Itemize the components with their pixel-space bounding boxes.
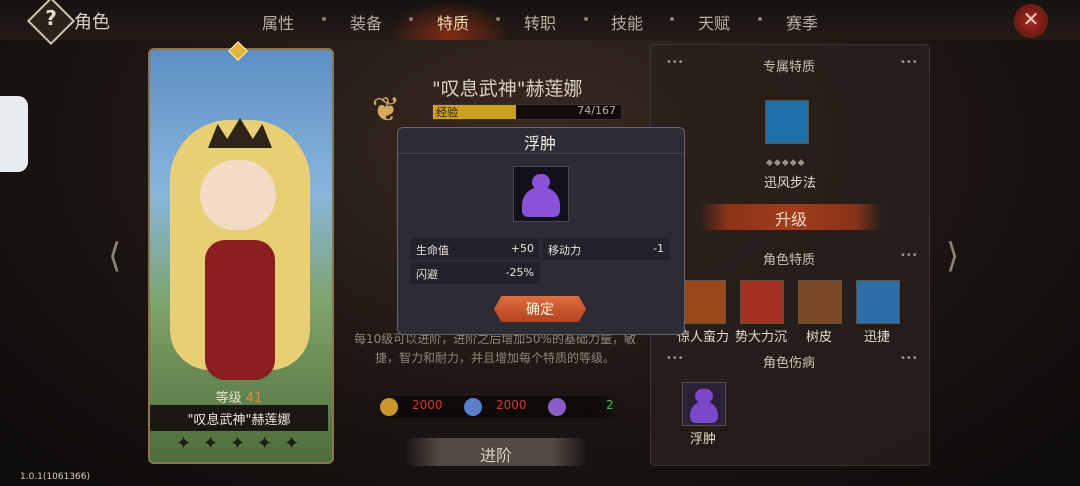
advance-button-label[interactable]: 进阶 — [404, 442, 588, 466]
bark-icon[interactable] — [798, 280, 842, 324]
cost-blue-crystal: 2000 — [496, 398, 527, 412]
exclusive-trait-title: 专属特质 — [762, 60, 815, 75]
blue-star-icon — [464, 398, 482, 416]
next-character-arrow-icon[interactable]: ⟩ — [946, 236, 959, 276]
hammer-icon[interactable] — [740, 280, 784, 324]
tab-season[interactable]: 赛季 — [786, 10, 818, 34]
cost-gold: 2000 — [412, 398, 443, 412]
level-value: 41 — [245, 391, 263, 406]
tab-class-change[interactable]: 转职 — [524, 10, 556, 34]
tab-separator — [409, 17, 413, 21]
confirm-button-label[interactable]: 确定 — [494, 299, 586, 319]
star-icon: ✦ — [203, 433, 219, 454]
tab-separator — [584, 17, 588, 21]
stat-value: -1 — [653, 242, 664, 255]
page-title: 角色 — [74, 12, 110, 33]
side-floating-widget[interactable] — [0, 96, 28, 172]
stat-key: 移动力 — [548, 244, 581, 257]
character-traits-title: 角色特质 — [762, 253, 815, 268]
version-label: 1.0.1(1061366) — [20, 472, 91, 482]
star-icon: ✦ — [230, 433, 246, 454]
arrow-up-icon[interactable] — [856, 280, 900, 324]
cost-purple-crystal: 2 — [606, 398, 614, 412]
trait-label: 树皮 — [805, 330, 832, 345]
stat-value: -25% — [505, 266, 534, 279]
trait-label: 势大力沉 — [734, 330, 787, 345]
trait-label: 迅捷 — [863, 330, 890, 345]
upgrade-button-label[interactable]: 升级 — [700, 206, 882, 230]
dialog-title: 浮肿 — [523, 134, 556, 153]
section-dots: ••• — [666, 57, 684, 68]
help-icon[interactable]: ? — [34, 6, 68, 30]
hero-name: "叹息武神"赫莲娜 — [432, 78, 583, 100]
character-ailments-title: 角色伤病 — [762, 356, 815, 371]
exp-value: 74/167 — [577, 104, 616, 117]
ailment-label: 浮肿 — [689, 432, 716, 447]
sock-icon[interactable] — [765, 100, 809, 144]
tab-traits[interactable]: 特质 — [437, 10, 469, 34]
tab-skills[interactable]: 技能 — [611, 10, 643, 34]
purple-star-icon — [548, 398, 566, 416]
section-dots: ••• — [900, 353, 918, 364]
bloated-icon — [513, 166, 569, 222]
tab-attributes[interactable]: 属性 — [262, 10, 294, 34]
level-row: 等级 41 — [150, 387, 328, 406]
section-dots: ••• — [900, 250, 918, 261]
card-character-name: "叹息武神"赫莲娜 — [187, 413, 291, 428]
tab-separator — [496, 17, 500, 21]
advance-description: 每10级可以进阶，进阶之后增加50%的基础力量，敏捷，智力和耐力，并且增加每个特… — [354, 332, 636, 365]
character-armor — [205, 240, 275, 380]
dialog-divider — [398, 153, 682, 154]
bloated-icon[interactable] — [682, 382, 726, 426]
star-icon: ✦ — [257, 433, 273, 454]
stat-key: 闪避 — [416, 268, 438, 281]
gold-coin-icon — [380, 398, 398, 416]
star-icon: ✦ — [176, 433, 192, 454]
tab-equipment[interactable]: 装备 — [350, 10, 382, 34]
tab-separator — [670, 17, 674, 21]
stat-key: 生命值 — [416, 244, 449, 257]
trait-rank-pips: ◆◆◆◆◆ — [766, 158, 806, 168]
stat-value: +50 — [510, 242, 534, 255]
exclusive-trait-name: 迅风步法 — [763, 176, 816, 191]
star-icon: ✦ — [284, 433, 300, 454]
section-dots: ••• — [900, 57, 918, 68]
section-dots: ••• — [666, 353, 684, 364]
level-label: 等级 — [215, 391, 242, 406]
character-face — [200, 160, 276, 230]
tab-separator — [758, 17, 762, 21]
tab-talents[interactable]: 天赋 — [698, 10, 730, 34]
prev-character-arrow-icon[interactable]: ⟨ — [108, 236, 121, 276]
bull-icon[interactable] — [682, 280, 726, 324]
close-icon[interactable]: ✕ — [1016, 4, 1046, 34]
exp-label: 经验 — [436, 106, 458, 119]
tab-separator — [322, 17, 326, 21]
